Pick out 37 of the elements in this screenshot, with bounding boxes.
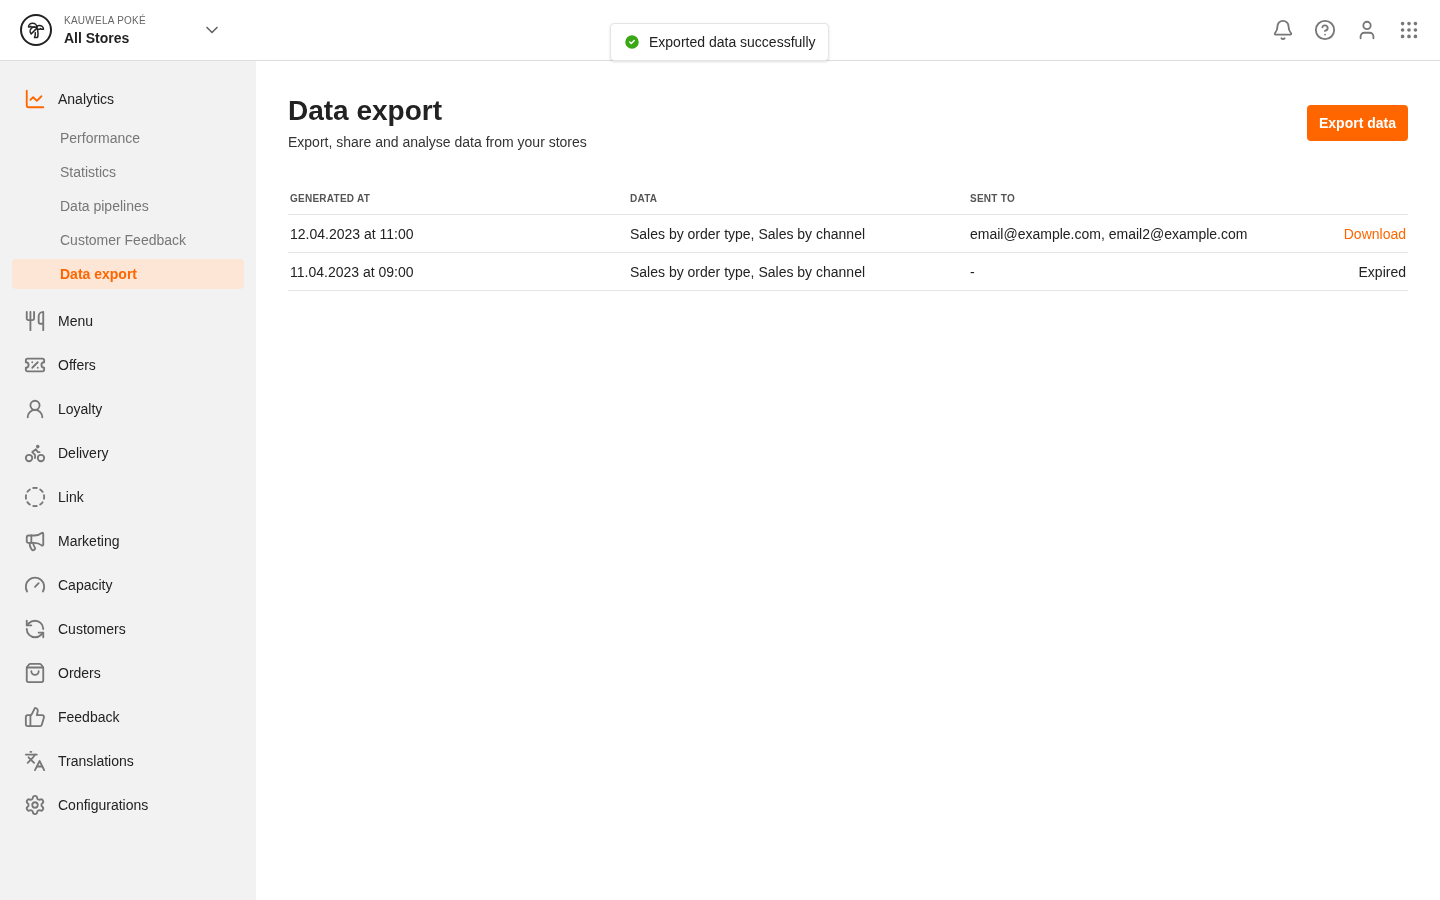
sidebar-item[interactable]: Customers [12,607,244,651]
bell-icon[interactable] [1272,19,1294,41]
store-name: All Stores [64,28,131,48]
sidebar-item[interactable]: Orders [12,651,244,695]
sidebar-subitem[interactable]: Performance [12,123,244,153]
sidebar-item[interactable]: Menu [12,299,244,343]
column-header: GENERATED AT [288,184,628,215]
table-cell: email@example.com, email2@example.com [968,214,1325,253]
column-header: SENT TO [968,184,1325,215]
logo-icon [20,14,52,46]
sidebar-item[interactable]: Feedback [12,695,244,739]
table-cell: 12.04.2023 at 11:00 [288,214,628,253]
sidebar-item[interactable]: Translations [12,739,244,783]
table-cell: Sales by order type, Sales by channel [628,214,968,253]
page-title: Data export [288,94,444,128]
help-icon[interactable] [1314,19,1336,41]
sidebar-item[interactable]: Loyalty [12,387,244,431]
status-text: Expired [1358,263,1406,280]
sidebar-item[interactable]: Offers [12,343,244,387]
sidebar-subitem[interactable]: Data pipelines [12,191,244,221]
sidebar-item[interactable]: Analytics [12,77,244,121]
check-icon [623,33,641,51]
sidebar-subitem[interactable]: Statistics [12,157,244,187]
page-subtitle: Export, share and analyse data from your stores [288,133,587,152]
brand-name: KAUWELA POKÉ [64,13,147,28]
grid-icon[interactable] [1398,19,1420,41]
table-cell: Sales by order type, Sales by channel [628,252,968,291]
column-header: DATA [628,184,968,215]
sidebar-item[interactable]: Configurations [12,783,244,827]
sidebar-item[interactable]: Capacity [12,563,244,607]
toast-message: Exported data successfully [649,33,816,52]
table-cell: 11.04.2023 at 09:00 [288,252,628,291]
sidebar-subitem[interactable]: Customer Feedback [12,225,244,255]
sidebar-item[interactable]: Marketing [12,519,244,563]
sidebar-item[interactable]: Delivery [12,431,244,475]
sidebar-item[interactable]: Link [12,475,244,519]
table-cell: - [968,252,1325,291]
